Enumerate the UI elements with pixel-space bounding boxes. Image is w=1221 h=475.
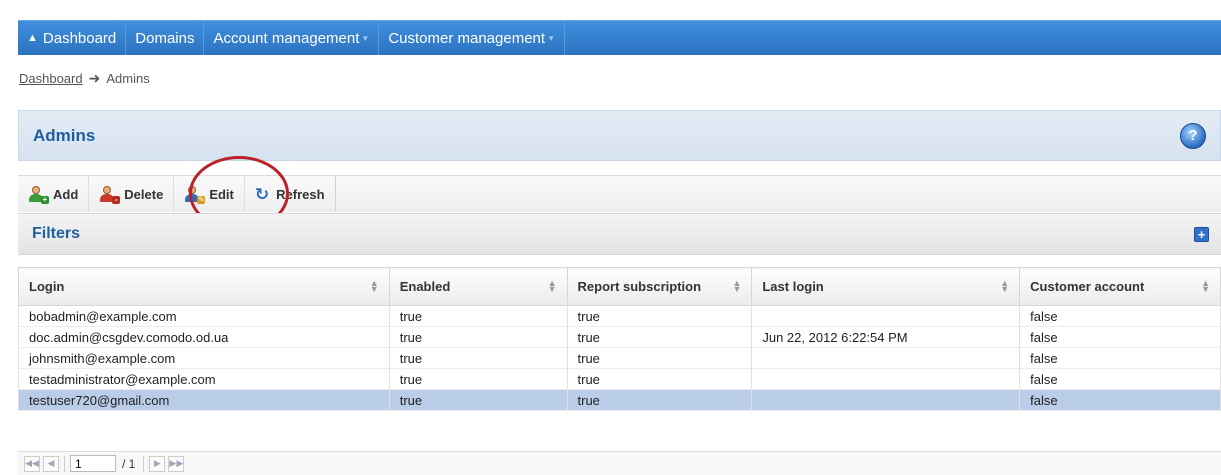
table-row[interactable]: bobadmin@example.com true true false	[18, 305, 1221, 327]
cell-report: true	[566, 347, 753, 369]
cell-enabled: true	[388, 326, 568, 348]
chevron-down-icon: ▼	[361, 33, 370, 43]
pagination-bar: ◀◀ ◀ / 1 ▶ ▶▶	[18, 451, 1221, 475]
cell-login: testadministrator@example.com	[18, 368, 390, 390]
sort-icon: ▲ ▼	[369, 278, 379, 294]
filters-title: Filters	[32, 225, 81, 242]
delete-user-icon: -	[99, 186, 121, 204]
page-number-input[interactable]	[70, 455, 116, 472]
previous-page-icon[interactable]: ◀	[43, 455, 59, 472]
cell-last-login	[751, 347, 1021, 369]
nav-domains-label: Domains	[135, 29, 195, 47]
edit-button[interactable]: ✎ Edit	[174, 176, 245, 212]
sort-icon: ▲ ▼	[1201, 278, 1210, 294]
cell-customer: false	[1019, 347, 1221, 369]
nav-dashboard-label: Dashboard	[42, 29, 117, 47]
page-title: Admins	[33, 125, 96, 145]
cell-last-login	[751, 389, 1021, 411]
breadcrumb-dashboard-link[interactable]: Dashboard	[19, 71, 83, 86]
sort-icon: ▲ ▼	[547, 278, 557, 294]
cell-customer: false	[1019, 389, 1221, 411]
cell-report: true	[566, 305, 753, 327]
nav-customer-management-label: Customer management	[388, 29, 546, 47]
nav-account-management[interactable]: Account management ▼	[204, 21, 380, 55]
toolbar: + Add - Delete ✎ Edit ↻ Refresh	[18, 175, 1221, 212]
delete-button-label: Delete	[124, 186, 164, 202]
filters-panel[interactable]: Filters +	[18, 213, 1221, 255]
cell-enabled: true	[388, 305, 568, 327]
add-user-icon: +	[28, 186, 49, 204]
cell-login: doc.admin@csgdev.comodo.od.ua	[18, 326, 390, 348]
cell-enabled: true	[388, 347, 568, 369]
sort-icon: ▲ ▼	[732, 278, 742, 294]
table-row[interactable]: doc.admin@csgdev.comodo.od.ua true true …	[18, 326, 1221, 348]
cell-login: testuser720@gmail.com	[18, 389, 390, 411]
cell-login: johnsmith@example.com	[18, 347, 390, 369]
add-button[interactable]: + Add	[18, 176, 90, 212]
column-header-enabled[interactable]: Enabled ▲ ▼	[388, 267, 568, 306]
cell-last-login: Jun 22, 2012 6:22:54 PM	[751, 326, 1021, 348]
cell-report: true	[566, 368, 753, 390]
nav-domains[interactable]: Domains	[126, 21, 205, 55]
expand-plus-icon[interactable]: +	[1194, 226, 1209, 242]
cell-last-login	[751, 368, 1021, 390]
breadcrumb: Dashboard ➜ Admins	[19, 70, 150, 87]
cell-report: true	[566, 389, 753, 411]
cell-login: bobadmin@example.com	[18, 305, 390, 327]
cell-customer: false	[1019, 368, 1221, 390]
cell-enabled: true	[388, 389, 568, 411]
cell-report: true	[566, 326, 753, 348]
table-row[interactable]: johnsmith@example.com true true false	[18, 347, 1221, 369]
top-navigation: ▲ Dashboard Domains Account management ▼…	[18, 20, 1221, 55]
column-header-customer-account[interactable]: Customer account ▲ ▼	[1019, 267, 1221, 306]
page-total: / 1	[122, 456, 136, 471]
arrow-right-icon: ➜	[88, 70, 101, 86]
cell-enabled: true	[388, 368, 568, 390]
sort-icon: ▲ ▼	[1000, 278, 1010, 294]
nav-dashboard[interactable]: ▲ Dashboard	[18, 21, 127, 55]
breadcrumb-current: Admins	[106, 71, 150, 86]
edit-button-label: Edit	[209, 186, 234, 202]
nav-account-management-label: Account management	[213, 29, 360, 47]
column-header-last-login[interactable]: Last login ▲ ▼	[751, 267, 1021, 306]
column-header-login[interactable]: Login ▲ ▼	[18, 267, 390, 306]
toolbar-group: + Add - Delete ✎ Edit ↻ Refresh	[18, 176, 336, 212]
table-header-row: Login ▲ ▼ Enabled ▲ ▼ Report subscription ▲ ▼ …	[18, 267, 1221, 306]
last-page-icon[interactable]: ▶▶	[168, 455, 185, 472]
nav-customer-management[interactable]: Customer management ▼	[379, 21, 565, 55]
pager-divider	[64, 455, 65, 472]
refresh-button-label: Refresh	[276, 186, 325, 202]
page-header: Admins ?	[18, 110, 1221, 161]
cell-customer: false	[1019, 305, 1221, 327]
pager-divider	[143, 455, 145, 472]
refresh-button[interactable]: ↻ Refresh	[245, 176, 335, 212]
column-header-report-subscription[interactable]: Report subscription ▲ ▼	[566, 267, 753, 306]
cell-customer: false	[1019, 326, 1221, 348]
home-icon: ▲	[27, 32, 38, 44]
refresh-icon: ↻	[254, 184, 270, 204]
add-button-label: Add	[53, 186, 79, 202]
first-page-icon[interactable]: ◀◀	[24, 455, 40, 472]
admins-table: Login ▲ ▼ Enabled ▲ ▼ Report subscription ▲ ▼ …	[18, 267, 1221, 411]
edit-user-icon: ✎	[184, 186, 206, 204]
table-row[interactable]: testadministrator@example.com true true …	[18, 368, 1221, 390]
next-page-icon[interactable]: ▶	[149, 455, 166, 472]
cell-last-login	[751, 305, 1021, 327]
help-icon[interactable]: ?	[1180, 122, 1206, 149]
table-row-selected[interactable]: testuser720@gmail.com true true false	[18, 389, 1221, 411]
delete-button[interactable]: - Delete	[89, 176, 175, 212]
chevron-down-icon: ▼	[547, 33, 555, 43]
